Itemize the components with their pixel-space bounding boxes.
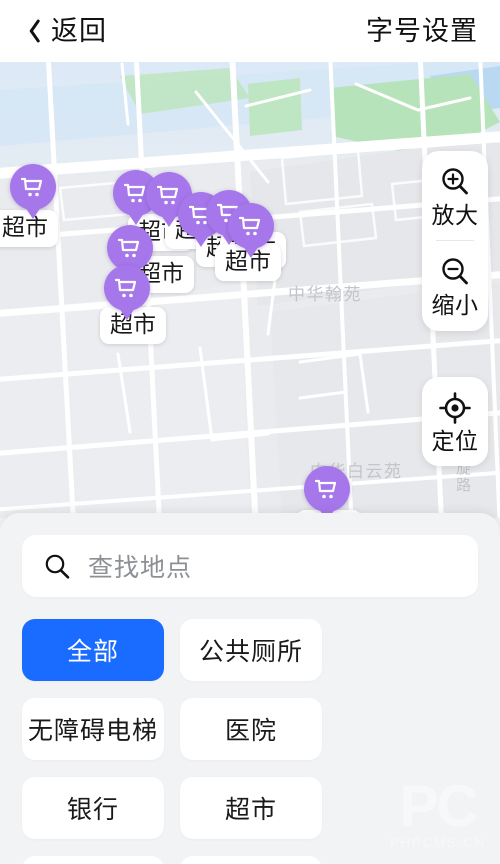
- category-chip-supermarket[interactable]: 超市: [180, 777, 322, 839]
- search-icon: [45, 554, 70, 579]
- page-title: 字号设置: [366, 15, 478, 46]
- category-chip-park[interactable]: 公园: [180, 856, 322, 864]
- map-place-label: 中华翰苑: [288, 285, 362, 304]
- zoom-in-icon: [442, 168, 468, 195]
- zoom-out-button[interactable]: 缩小: [422, 241, 488, 330]
- map-zoom-controls: 放大 缩小: [422, 151, 488, 331]
- shopping-cart-icon: [239, 216, 261, 236]
- bottom-sheet: 查找地点 全部 公共厕所 无障碍电梯 医院 银行 超市 幼儿园 公园: [0, 513, 500, 864]
- search-input[interactable]: 查找地点: [88, 548, 192, 584]
- shopping-cart-icon: [115, 278, 137, 298]
- category-chip-public-toilet[interactable]: 公共厕所: [180, 619, 322, 681]
- zoom-out-icon: [442, 258, 468, 285]
- map-view[interactable]: 中华翰苑 中华白云苑 旋路 超市 超市 超市 超市 超市 超市 超市 超市 超市: [0, 62, 500, 518]
- category-chip-bank[interactable]: 银行: [22, 777, 164, 839]
- locate-target-icon: [439, 392, 471, 424]
- shopping-cart-icon: [124, 183, 146, 203]
- map-locate-control: 定位: [422, 377, 488, 467]
- zoom-in-button[interactable]: 放大: [422, 151, 488, 240]
- map-marker-pin[interactable]: [10, 164, 56, 210]
- category-chip-accessible-elevator[interactable]: 无障碍电梯: [22, 698, 164, 760]
- chevron-left-icon: [22, 17, 38, 45]
- shopping-cart-icon: [21, 177, 43, 197]
- shopping-cart-icon: [315, 479, 337, 499]
- shopping-cart-icon: [157, 185, 179, 205]
- back-button[interactable]: 返回: [22, 17, 107, 45]
- map-marker-pin[interactable]: [104, 265, 150, 311]
- zoom-in-label: 放大: [431, 202, 479, 228]
- app-header: 返回 字号设置: [0, 0, 500, 62]
- map-marker-pin[interactable]: [228, 203, 274, 249]
- locate-button[interactable]: 定位: [422, 377, 488, 466]
- category-chip-kindergarten[interactable]: 幼儿园: [22, 856, 164, 864]
- app-screen: 返回 字号设置 中华翰苑 中华白云苑 旋路 超市 超市 超市 超市 超市 放大 …: [0, 0, 500, 864]
- search-bar[interactable]: 查找地点: [22, 535, 478, 597]
- category-chip-hospital[interactable]: 医院: [180, 698, 322, 760]
- shopping-cart-icon: [118, 238, 140, 258]
- zoom-out-label: 缩小: [431, 292, 479, 319]
- category-chip-all[interactable]: 全部: [22, 619, 164, 681]
- back-button-label: 返回: [51, 15, 107, 46]
- map-marker-pin[interactable]: [107, 225, 153, 271]
- category-chip-list: 全部 公共厕所 无障碍电梯 医院 银行 超市 幼儿园 公园: [22, 619, 478, 864]
- locate-label: 定位: [431, 428, 479, 454]
- map-marker-pin[interactable]: [304, 466, 350, 512]
